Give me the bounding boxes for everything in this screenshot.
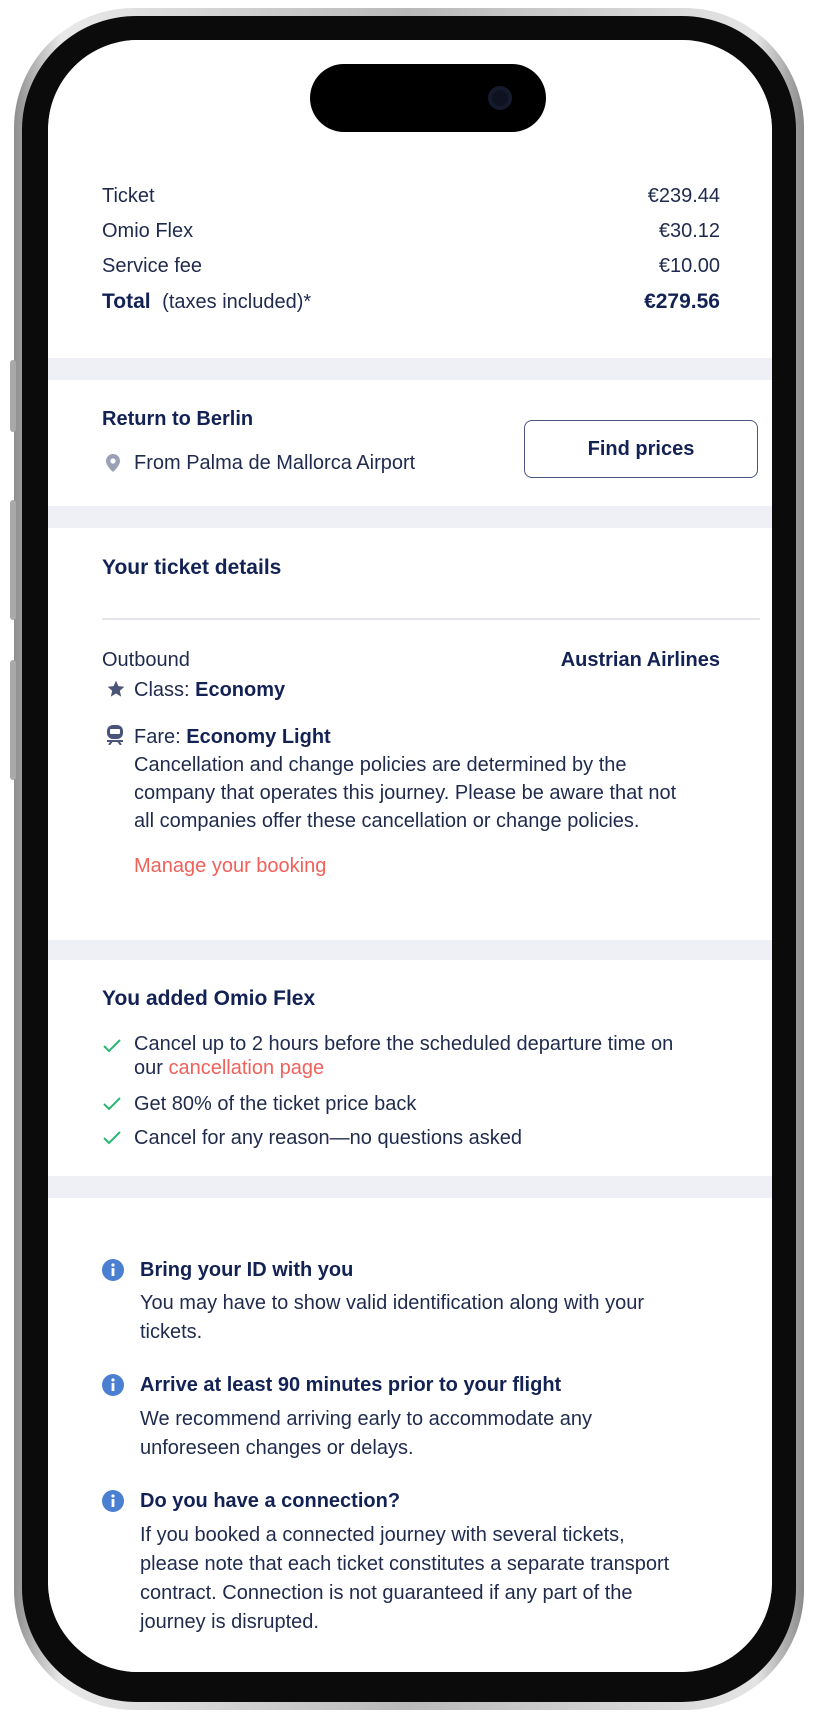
info-text-line: journey is disrupted. [140,1611,319,1633]
info-text-line: tickets. [140,1321,203,1343]
policy-text-line: Cancellation and change policies are det… [134,754,627,776]
manage-booking-link[interactable]: Manage your booking [134,852,326,880]
total-value: €279.56 [644,290,720,313]
price-row-label: Omio Flex [102,220,194,242]
ticket-details-card: Your ticket details Outbound Austrian Ai… [48,528,772,940]
cancellation-page-link[interactable]: cancellation page [168,1057,324,1079]
location-pin-icon [106,454,120,472]
checkmark-icon [103,1039,121,1053]
flex-item-prefix: our [134,1057,169,1079]
info-icon [102,1490,124,1512]
divider [102,618,760,620]
info-title: Do you have a connection? [140,1490,401,1512]
info-text-line: unforeseen changes or delays. [140,1437,414,1459]
policy-text-line: company that operates this journey. Plea… [134,782,677,804]
camera-icon [488,86,512,110]
direction-label: Outbound [102,649,190,671]
price-row-value: €239.44 [647,185,720,207]
find-prices-button[interactable]: Find prices [524,420,758,478]
travel-info-card: Bring your ID with you You may have to s… [48,1198,772,1672]
price-row-label: Service fee [102,255,203,277]
info-text-line: If you booked a connected journey with s… [140,1524,625,1546]
total-label: Total [102,290,151,313]
total-note: (taxes included)* [162,291,312,313]
info-icon [102,1374,124,1396]
flex-title: You added Omio Flex [102,987,316,1010]
return-title: Return to Berlin [102,408,254,430]
dynamic-island [310,64,546,132]
flex-item-text: Cancel up to 2 hours before the schedule… [134,1033,674,1055]
side-button-action [10,360,16,432]
total-row: Total (taxes included)* [102,288,311,316]
info-title: Bring your ID with you [140,1259,354,1281]
flex-item-text: Get 80% of the ticket price back [134,1093,417,1115]
flex-item-text-cont: our cancellation page [134,1056,324,1080]
policy-text-line: all companies offer these cancellation o… [134,810,640,832]
info-text-line: contract. Connection is not guaranteed i… [140,1582,633,1604]
price-row-value: €10.00 [658,255,720,277]
ticket-details-title: Your ticket details [102,556,282,579]
checkmark-icon [103,1097,121,1111]
info-text-line: please note that each ticket constitutes… [140,1553,670,1575]
flex-item-text: Cancel for any reason—no questions asked [134,1127,523,1149]
return-card: Return to Berlin From Palma de Mallorca … [48,380,772,506]
omio-flex-card: You added Omio Flex Cancel up to 2 hours… [48,960,772,1176]
carrier-name: Austrian Airlines [560,649,720,671]
fare-value: Economy Light [186,726,331,748]
star-icon [107,680,125,697]
info-title: Arrive at least 90 minutes prior to your… [140,1374,562,1396]
price-row-value: €30.12 [658,220,720,242]
info-text-line: We recommend arriving early to accommoda… [140,1408,593,1430]
side-button-volume-down [10,660,16,780]
fare-label: Fare: [134,726,187,748]
train-icon [107,725,123,745]
checkmark-icon [103,1131,121,1145]
info-icon [102,1259,124,1281]
side-button-volume-up [10,500,16,620]
return-from: From Palma de Mallorca Airport [134,452,416,474]
info-text-line: You may have to show valid identificatio… [140,1292,645,1314]
fare-row: Fare: Economy Light [134,723,331,751]
class-row: Class: Economy [134,676,285,704]
price-row-label: Ticket [102,185,155,207]
screen: Ticket €239.44 Omio Flex €30.12 Service … [48,40,772,1672]
class-value: Economy [195,679,286,701]
class-label: Class: [134,679,196,701]
